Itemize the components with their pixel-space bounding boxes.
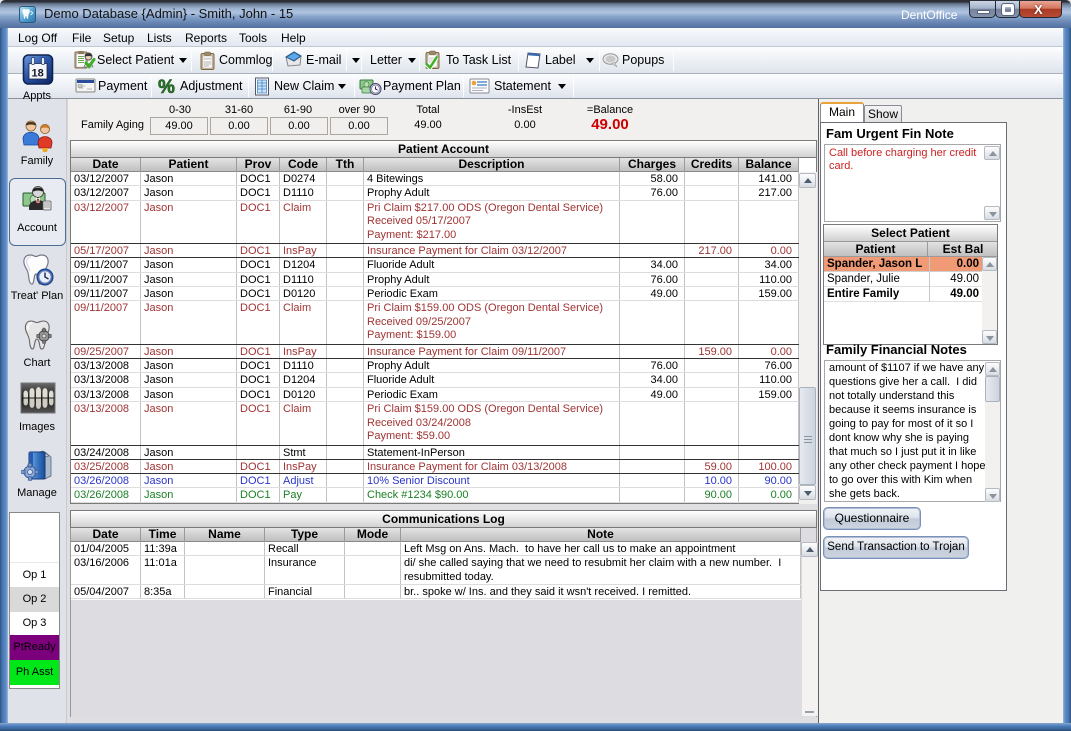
svg-text:18: 18 — [32, 68, 44, 80]
svg-text:%: % — [158, 77, 175, 97]
